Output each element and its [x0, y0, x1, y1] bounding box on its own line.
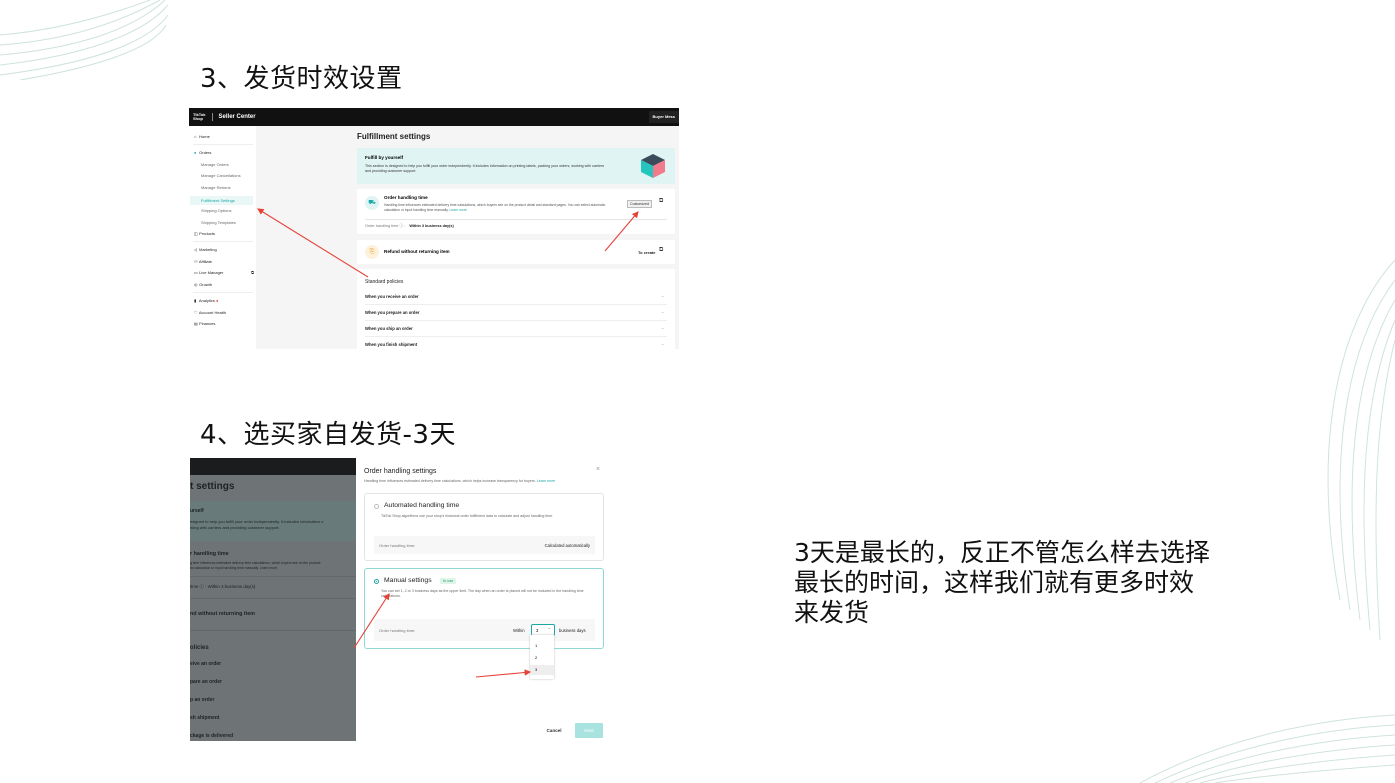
products-icon: ◫	[194, 231, 198, 236]
next-button[interactable]: Next	[575, 723, 603, 738]
manual-description: You can set 1, 2 or 3 business days as t…	[381, 589, 584, 598]
refund-without-returning-card: ⎘ Refund without returning item To creat…	[357, 240, 675, 264]
sidebar-item-analytics[interactable]: ▮ Analytics ●	[194, 298, 218, 304]
automated-radio[interactable]	[374, 504, 379, 509]
dimmed-background-page: t settings urself esigned to help you fu…	[190, 458, 356, 741]
truck-icon: ⛟	[365, 196, 379, 210]
customized-badge: Customized	[627, 200, 652, 208]
business-days-label: business days	[559, 628, 586, 633]
analytics-icon: ▮	[194, 298, 197, 303]
sidebar-item-products[interactable]: ◫ Products	[194, 231, 215, 237]
order-handling-time-card: ⛟ Order handling time Handling time infl…	[357, 189, 675, 234]
edit-external-icon[interactable]: ⧉	[659, 198, 663, 205]
sidebar: ⌂ Home ● Orders Manage Orders Manage Can…	[189, 126, 256, 349]
banner-title: Fulfill by yourself	[365, 155, 404, 160]
sidebar-item-live-manager[interactable]: ▭ Live Manager ⧉	[194, 270, 254, 276]
sidebar-item-orders[interactable]: ● Orders	[194, 150, 211, 156]
tiktok-shop-logo[interactable]: ♪ TikTokShop	[193, 113, 206, 121]
sidebar-item-manage-orders[interactable]: Manage Orders	[201, 162, 229, 168]
refund-title: Refund without returning item	[384, 249, 450, 254]
manual-title: Manual settings	[384, 577, 432, 584]
policy-receive-order[interactable]: When you receive an order	[365, 294, 419, 299]
chevron-down-icon[interactable]: ⌄	[661, 309, 664, 314]
automated-handling-value: Calculated automatically	[544, 543, 590, 548]
marketing-icon: ◁	[194, 247, 198, 252]
sidebar-item-affiliate[interactable]: ⚇ Affiliate	[194, 259, 212, 265]
automated-title: Automated handling time	[384, 502, 460, 509]
learn-more-link[interactable]: Learn more	[450, 208, 467, 212]
create-external-icon[interactable]: ⧉	[659, 247, 663, 254]
buyer-messages-button[interactable]: Buyer Mess	[648, 111, 679, 123]
live-icon: ▭	[194, 270, 198, 275]
policy-ship-order[interactable]: When you ship an order	[365, 326, 413, 331]
modal-description: Handling time influences estimated deliv…	[364, 479, 536, 483]
to-create-link[interactable]: To create	[638, 250, 656, 255]
order-handling-settings-modal: Order handling settings × Handling time …	[356, 458, 615, 741]
new-badge-icon: ●	[216, 298, 219, 303]
sidebar-item-manage-returns[interactable]: Manage Returns	[201, 185, 231, 191]
decorative-lines-top-left	[0, 0, 169, 80]
sidebar-item-shipping-options[interactable]: Shipping Options	[201, 208, 231, 214]
decorative-lines-right	[1327, 259, 1395, 641]
option-2[interactable]: 2	[535, 655, 551, 660]
standard-policies-title: Standard policies	[365, 279, 404, 285]
handling-time-value: Within 3 business day(s)	[409, 224, 454, 228]
top-bar: ♪ TikTokShop Seller Center Buyer Mess	[189, 108, 679, 126]
seller-center-title: Seller Center	[218, 114, 256, 120]
in-use-badge: In use	[440, 578, 457, 584]
within-label: Within	[513, 628, 525, 633]
growth-icon: ◎	[194, 282, 198, 287]
chevron-down-icon[interactable]: ⌄	[661, 293, 664, 298]
sidebar-item-shipping-templates[interactable]: Shipping Templates	[201, 220, 236, 226]
option-3-highlighted[interactable]: 3	[530, 665, 554, 675]
sidebar-item-finances[interactable]: ▤ Finances	[194, 321, 215, 327]
step-3-heading: 3、发货时效设置	[200, 64, 403, 94]
orders-icon: ●	[194, 150, 197, 155]
explanation-note: 3天是最长的，反正不管怎么样去选择最长的时间，这样我们就有更多时效来发货	[794, 538, 1210, 627]
sidebar-item-growth[interactable]: ◎ Growth	[194, 282, 212, 288]
page-title: Fulfillment settings	[357, 132, 431, 141]
order-handling-time-title: Order handling time	[384, 195, 428, 200]
fulfill-by-yourself-banner: Fulfill by yourself This section is desi…	[357, 148, 675, 184]
fulfillment-settings-screenshot: ♪ TikTokShop Seller Center Buyer Mess ⌂ …	[189, 108, 679, 349]
external-link-icon: ⧉	[251, 270, 254, 275]
handling-time-label: Order handling time ⓘ :	[365, 224, 406, 228]
finances-icon: ▤	[194, 321, 198, 326]
automated-description: TikTok Shop algorithms use your shop's h…	[381, 514, 554, 518]
chevron-down-icon[interactable]: ⌄	[661, 341, 664, 346]
step-4-heading: 4、选买家自发货-3天	[200, 420, 456, 450]
handling-days-dropdown: 1 2 3	[530, 635, 554, 679]
decorative-lines-bottom-right	[1139, 714, 1395, 783]
banner-description: This section is designed to help you ful…	[365, 164, 605, 173]
health-icon: ♡	[194, 310, 198, 315]
manual-handling-label: Order handling time:	[379, 628, 416, 633]
option-1[interactable]: 1	[535, 643, 551, 648]
sidebar-item-fulfillment-settings[interactable]: Fulfillment Settings	[190, 196, 253, 205]
close-icon[interactable]: ×	[596, 466, 600, 473]
chevron-up-icon: ⌃	[547, 627, 551, 632]
sidebar-item-manage-cancellations[interactable]: Manage Cancellations	[201, 173, 241, 179]
home-icon: ⌂	[194, 134, 197, 139]
chevron-down-icon[interactable]: ⌄	[661, 325, 664, 330]
automated-handling-option[interactable]: Automated handling time TikTok Shop algo…	[364, 493, 604, 561]
policy-finish-shipment[interactable]: When you finish shipment	[365, 342, 417, 347]
standard-policies-section	[357, 269, 675, 349]
refund-icon: ⎘	[365, 245, 379, 259]
manual-radio-selected[interactable]	[374, 579, 379, 584]
sidebar-item-account-health[interactable]: ♡ Account Health	[194, 310, 226, 316]
manual-settings-option[interactable]: Manual settings In use You can set 1, 2 …	[364, 568, 604, 649]
policy-prepare-order[interactable]: When you prepare an order	[365, 310, 419, 315]
order-handling-settings-screenshot: t settings urself esigned to help you fu…	[190, 458, 615, 741]
automated-handling-label: Order handling time:	[379, 543, 416, 548]
sidebar-item-marketing[interactable]: ◁ Marketing	[194, 247, 217, 253]
affiliate-icon: ⚇	[194, 259, 198, 264]
cancel-button[interactable]: Cancel	[539, 723, 569, 738]
order-handling-desc: Handling time influences estimated deliv…	[384, 203, 606, 212]
package-box-icon	[641, 154, 665, 178]
learn-more-link[interactable]: Learn more	[537, 479, 555, 483]
sidebar-item-home[interactable]: ⌂ Home	[194, 134, 210, 140]
modal-title: Order handling settings	[364, 468, 437, 475]
